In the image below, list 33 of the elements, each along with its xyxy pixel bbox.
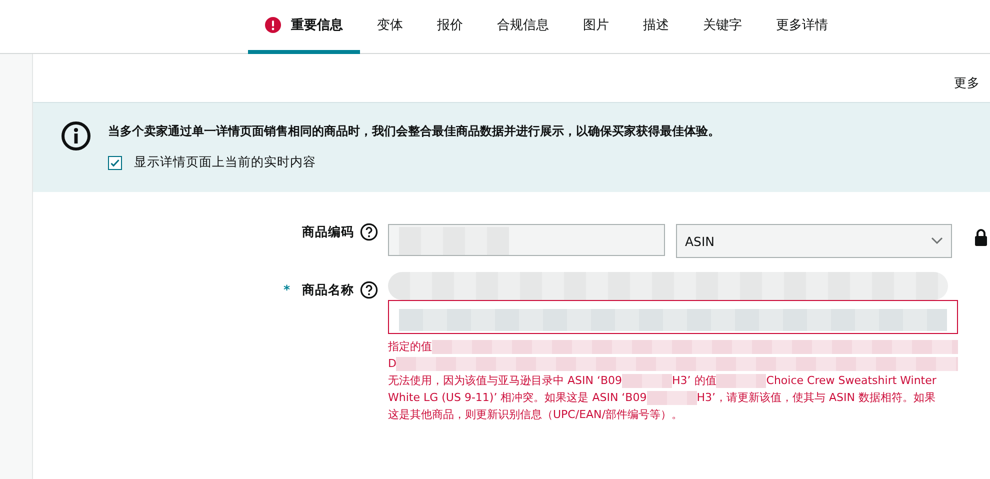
tab[interactable]: 重要信息 — [248, 0, 360, 54]
tab[interactable]: 报价 — [420, 0, 480, 54]
error-text: D — [388, 357, 396, 370]
checkbox-label: 显示详情页面上当前的实时内容 — [134, 154, 316, 171]
dropdown[interactable]: ASIN — [676, 224, 952, 258]
input-field[interactable] — [388, 300, 958, 334]
error-text: 无法使用，因为该值与亚马逊目录中 ASIN ‘B09 — [388, 373, 622, 388]
help-icon[interactable] — [360, 223, 378, 241]
tab[interactable]: 变体 — [360, 0, 420, 54]
redaction-block — [716, 374, 766, 388]
error-text: 这是其他商品，则更新识别信息（UPC/EAN/部件编号等）。 — [388, 407, 682, 422]
help-icon[interactable] — [360, 281, 378, 299]
input-field[interactable] — [388, 224, 665, 256]
redaction-block — [646, 390, 697, 404]
checkbox[interactable] — [108, 156, 122, 170]
error-text: Choice Crew Sweatshirt Winter — [766, 374, 936, 387]
redaction-block — [622, 374, 672, 388]
info-icon — [61, 121, 91, 151]
field-label: 商品编码 — [302, 224, 354, 240]
error-text: White LG (US 9-11)’ 相冲突。如果这是 ASIN ‘B09 — [388, 390, 647, 405]
tab[interactable]: 关键字 — [686, 0, 759, 54]
error-text: H3’，请更新该值，使其与 ASIN 数据相符。如果 — [696, 390, 936, 405]
chevron-icon — [931, 237, 943, 245]
field-label: 商品名称 — [302, 282, 354, 298]
tab[interactable]: 描述 — [626, 0, 686, 54]
error-text: H3’ 的值 — [672, 373, 716, 388]
more-link[interactable]: 更多 — [954, 74, 980, 92]
error-text: 指定的值 — [388, 339, 432, 354]
banner-message: 当多个卖家通过单一详情页面销售相同的商品时，我们会整合最佳商品数据并进行展示，以确保买家获得最佳体验。 — [108, 123, 720, 140]
tab[interactable]: 更多详情 — [759, 0, 845, 54]
tab[interactable]: 合规信息 — [480, 0, 566, 54]
required-mark: * — [283, 282, 290, 297]
tab[interactable]: 图片 — [566, 0, 626, 54]
